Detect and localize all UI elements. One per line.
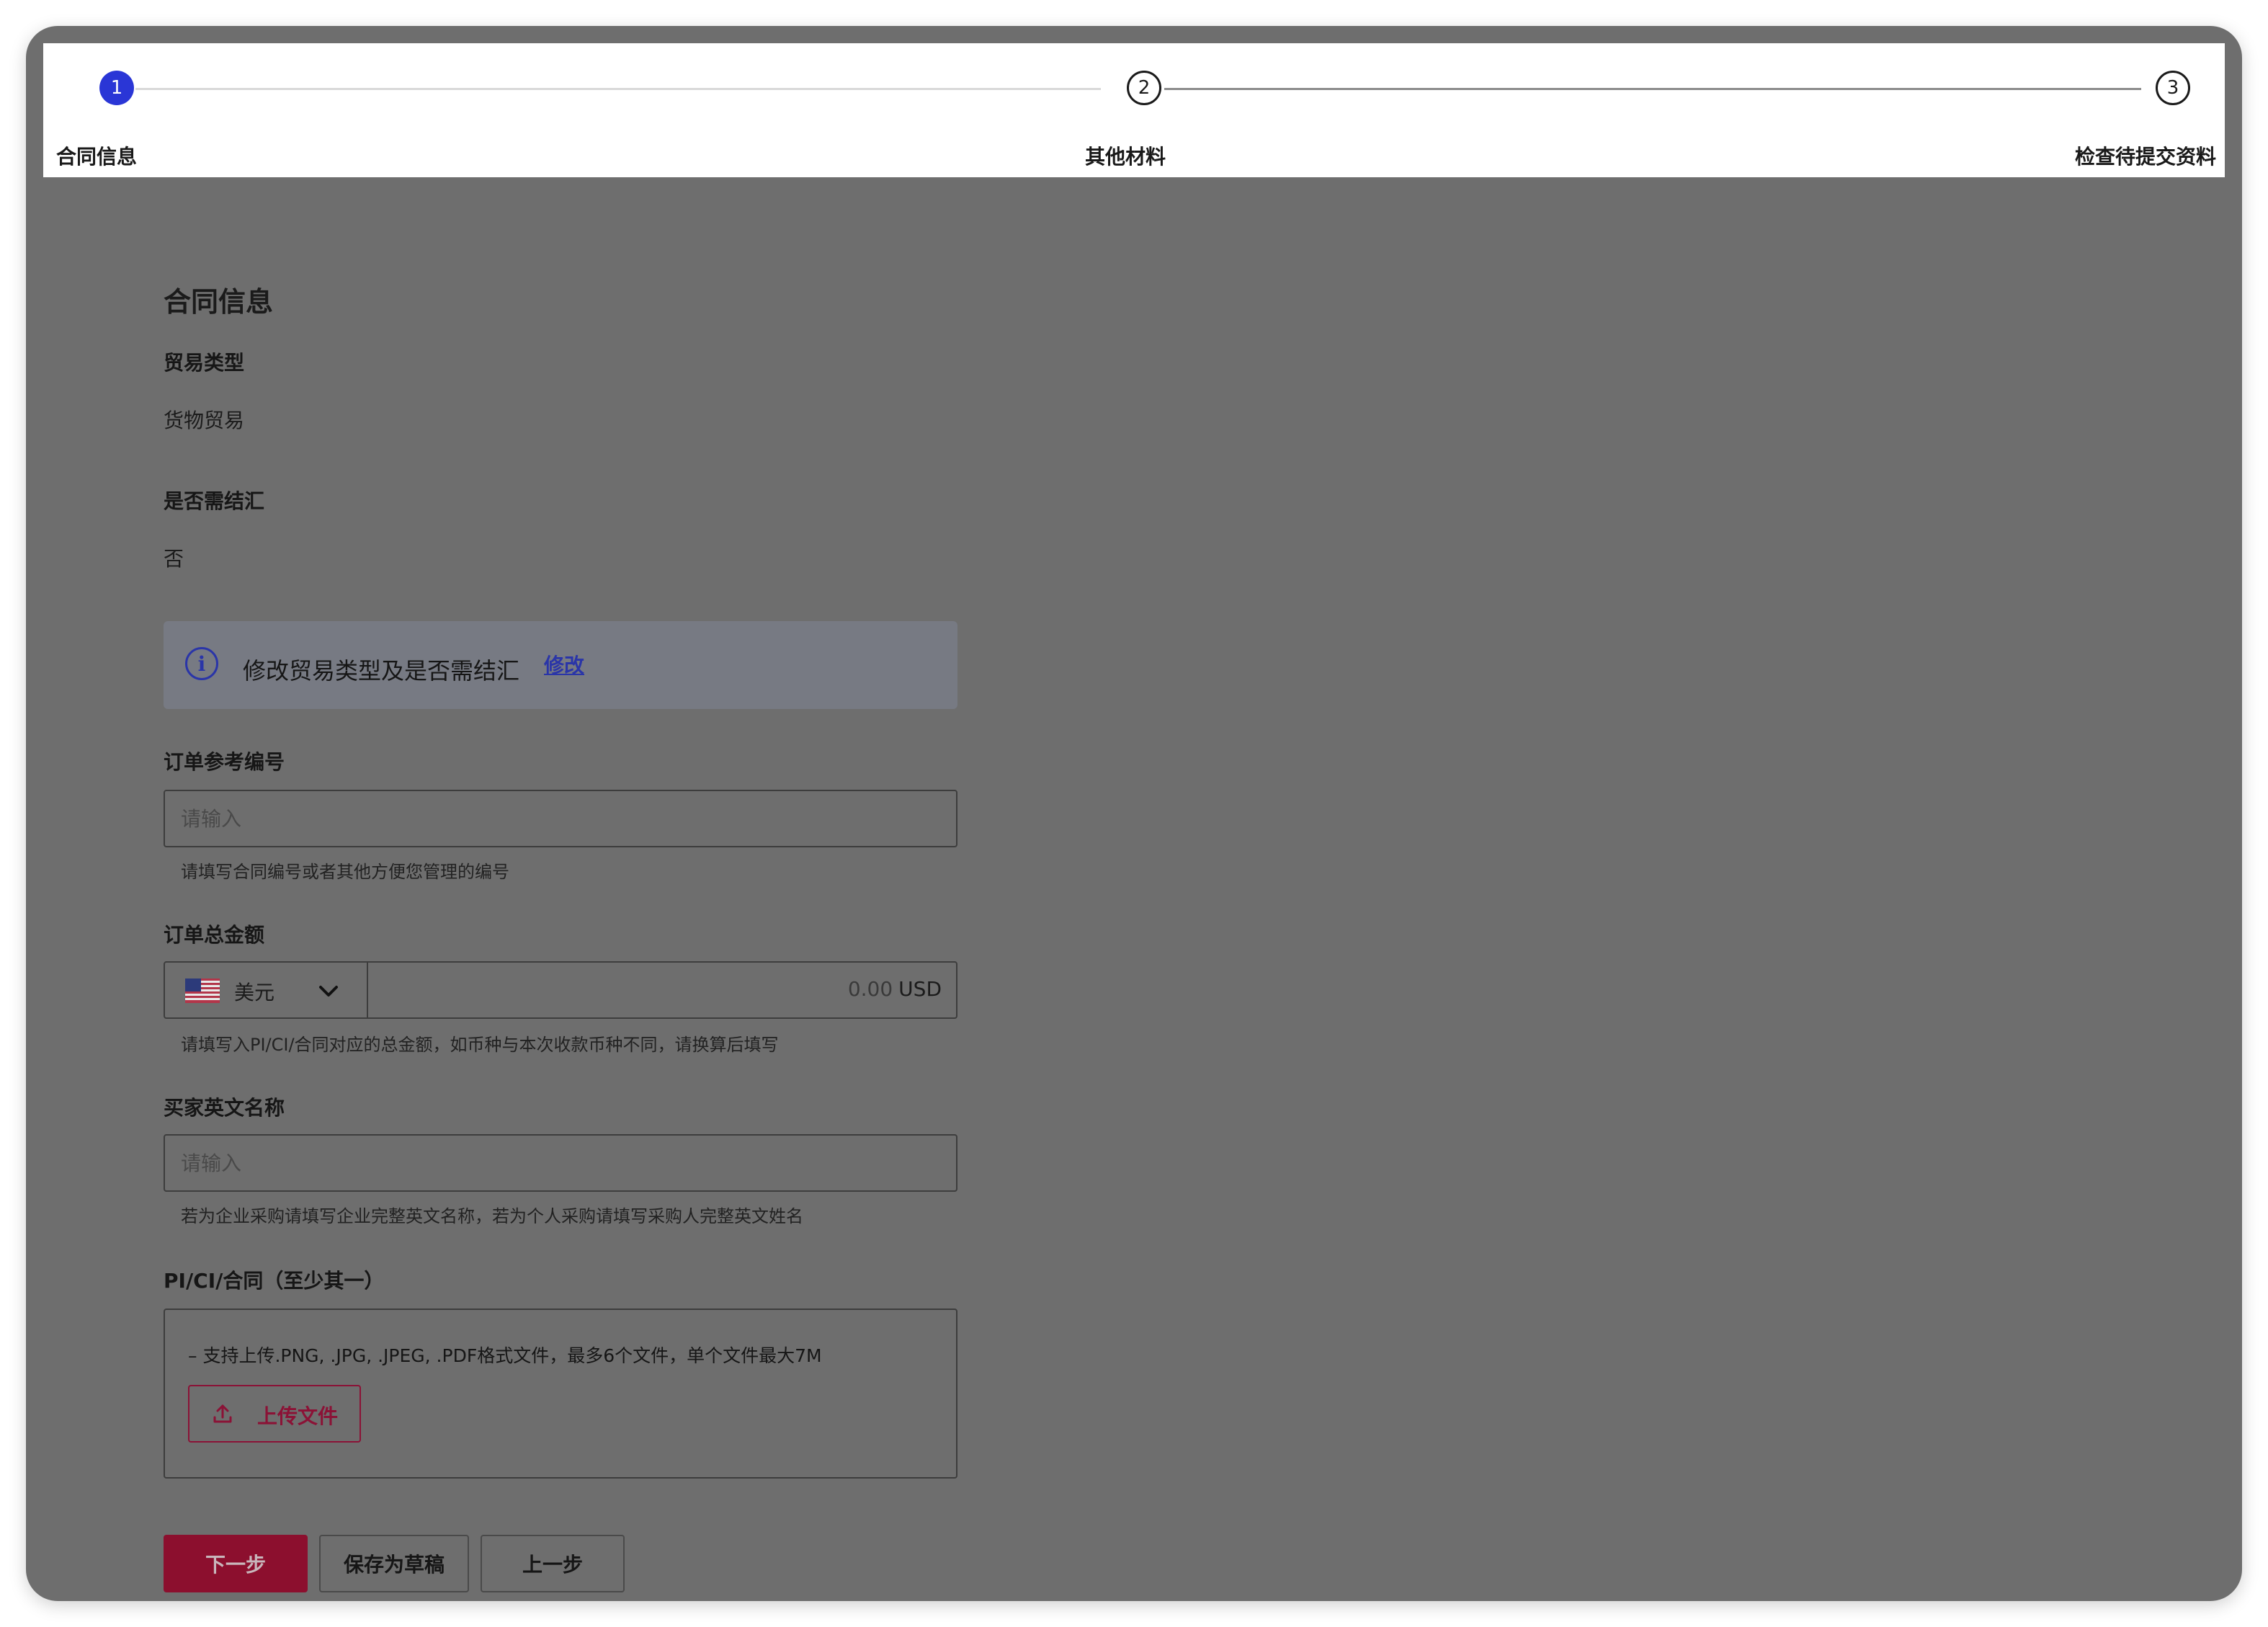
step-3-label[interactable]: 检查待提交资料	[2075, 141, 2216, 170]
buyer-name-label: 买家英文名称	[164, 1096, 285, 1120]
step-connector	[135, 88, 1101, 90]
info-banner: i 修改贸易类型及是否需结汇 修改	[164, 621, 957, 709]
trade-type-label: 贸易类型	[164, 351, 245, 375]
us-flag-icon	[185, 979, 220, 1003]
order-ref-input[interactable]	[164, 790, 957, 847]
section-title: 合同信息	[164, 286, 274, 318]
currency-label: 美元	[234, 981, 275, 1004]
next-step-button[interactable]: 下一步	[164, 1535, 308, 1592]
upload-file-label: 上传文件	[257, 1405, 339, 1427]
upload-icon	[213, 1404, 232, 1423]
step-1-indicator[interactable]: 1	[99, 71, 134, 105]
chevron-down-icon	[319, 986, 338, 997]
previous-step-button[interactable]: 上一步	[481, 1535, 625, 1592]
trade-type-value: 货物贸易	[164, 409, 245, 432]
amount-input[interactable]: 0.00 USD	[848, 977, 942, 1001]
buyer-name-hint: 若为企业采购请填写企业完整英文名称，若为个人采购请填写采购人完整英文姓名	[181, 1206, 803, 1226]
step-3-indicator[interactable]: 3	[2156, 71, 2190, 105]
step-2-label[interactable]: 其他材料	[1085, 141, 1166, 170]
order-ref-label: 订单参考编号	[164, 750, 285, 774]
upload-area: – 支持上传.PNG, .JPG, .JPEG, .PDF格式文件，最多6个文件…	[164, 1309, 957, 1479]
order-amount-hint: 请填写入PI/CI/合同对应的总金额，如币种与本次收款币种不同，请换算后填写	[181, 1035, 779, 1055]
info-banner-text: 修改贸易类型及是否需结汇	[243, 657, 520, 685]
step-connector	[1164, 88, 2141, 90]
order-amount-label: 订单总金额	[164, 923, 265, 947]
upload-file-button[interactable]: 上传文件	[188, 1385, 361, 1443]
documents-label: PI/CI/合同（至少其一）	[164, 1269, 385, 1293]
settlement-value: 否	[164, 547, 184, 571]
buyer-name-input[interactable]	[164, 1134, 957, 1192]
settlement-label: 是否需结汇	[164, 489, 265, 513]
save-draft-button[interactable]: 保存为草稿	[319, 1535, 469, 1592]
order-amount-field: 美元 0.00 USD	[164, 961, 957, 1019]
app-window: 1 合同信息 2 其他材料 3 检查待提交资料 合同信息 贸易类型 货物贸易 是…	[26, 26, 2242, 1601]
upload-hint: – 支持上传.PNG, .JPG, .JPEG, .PDF格式文件，最多6个文件…	[188, 1345, 822, 1366]
edit-trade-type-link[interactable]: 修改	[544, 650, 584, 679]
step-2-indicator[interactable]: 2	[1127, 71, 1161, 105]
order-ref-hint: 请填写合同编号或者其他方便您管理的编号	[181, 862, 509, 882]
amount-unit: USD	[898, 977, 942, 1001]
step-1-label[interactable]: 合同信息	[56, 141, 137, 170]
info-icon: i	[185, 647, 218, 680]
currency-select[interactable]: 美元	[165, 963, 368, 1017]
amount-value: 0.00	[847, 977, 893, 1001]
progress-stepper: 1 合同信息 2 其他材料 3 检查待提交资料	[43, 43, 2225, 177]
